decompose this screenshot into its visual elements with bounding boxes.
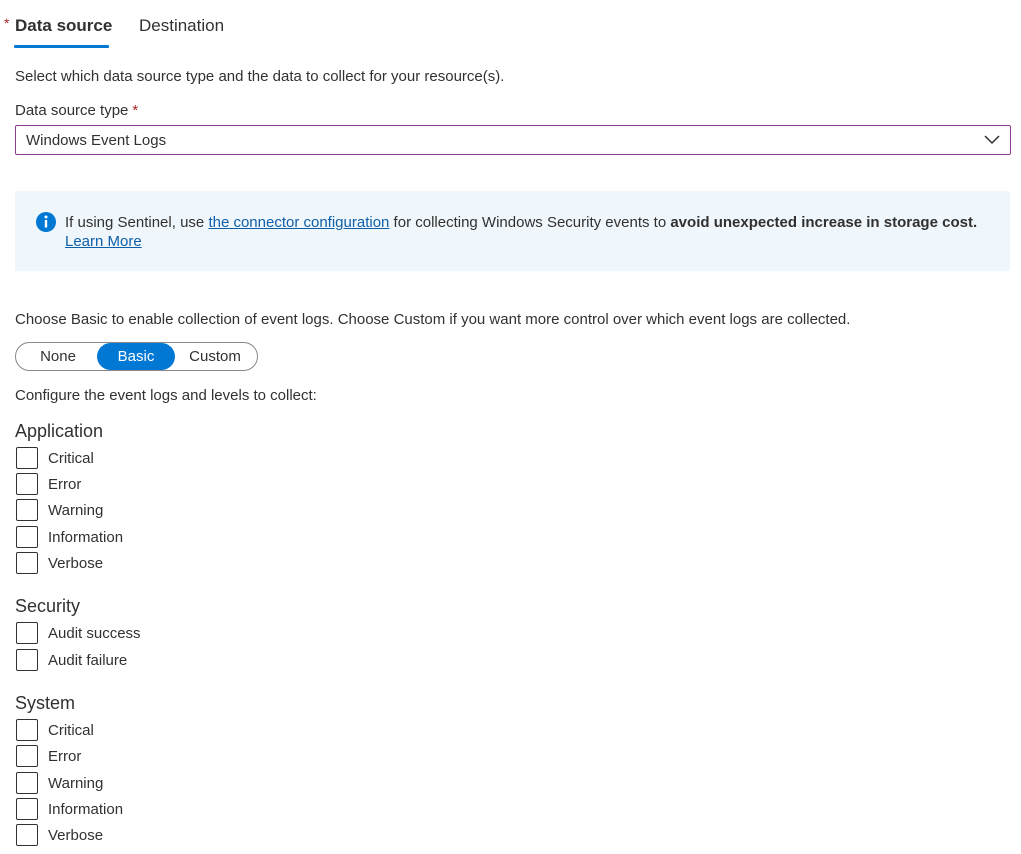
tab-data-source[interactable]: Data source [15,16,112,36]
checkbox-label: Critical [48,450,94,467]
checkbox-label: Audit failure [48,652,128,669]
banner-message: If using Sentinel, use the connector con… [65,213,977,251]
checkbox-label: Information [48,801,124,818]
checkbox-application-warning[interactable] [16,499,38,521]
checkbox-system-verbose[interactable] [16,824,38,846]
choose-description: Choose Basic to enable collection of eve… [15,311,851,328]
learn-more-link[interactable]: Learn More [65,233,142,250]
checkbox-label: Information [48,529,124,546]
required-marker: * [132,102,139,119]
checkbox-label: Warning [48,502,104,519]
checkbox-system-error[interactable] [16,745,38,767]
checkbox-label: Critical [48,722,94,739]
section-title-application: Application [15,421,104,441]
data-source-type-label: Data source type * [15,102,138,119]
checkbox-label: Error [48,748,82,765]
checkbox-application-critical[interactable] [16,447,38,469]
banner-middle: for collecting Windows Security events t… [389,214,671,231]
tab-selected-indicator [14,45,109,48]
checkbox-application-error[interactable] [16,473,38,495]
data-source-type-dropdown[interactable]: Windows Event Logs [15,125,1011,155]
checkbox-security-audit-success[interactable] [16,622,38,644]
dropdown-selected-value: Windows Event Logs [26,131,167,149]
toggle-option-none[interactable]: None [20,343,96,370]
banner-prefix: If using Sentinel, use [65,214,209,231]
checkbox-system-information[interactable] [16,798,38,820]
tab-destination[interactable]: Destination [139,16,224,36]
checkbox-label: Verbose [48,827,104,844]
checkbox-label: Audit success [48,625,141,642]
chevron-down-icon [984,135,1000,145]
configure-description: Configure the event logs and levels to c… [15,387,317,404]
checkbox-label: Verbose [48,555,104,572]
required-marker: * [4,15,10,31]
data-source-type-label-text: Data source type [15,102,129,119]
checkbox-system-critical[interactable] [16,719,38,741]
toggle-option-custom[interactable]: Custom [177,343,253,370]
checkbox-security-audit-failure[interactable] [16,649,38,671]
checkbox-application-information[interactable] [16,526,38,548]
banner-bold-warning: avoid unexpected increase in storage cos… [670,214,978,231]
checkbox-label: Error [48,476,82,493]
toggle-option-basic[interactable]: Basic [97,343,175,370]
section-title-system: System [15,693,76,713]
checkbox-label: Warning [48,775,104,792]
info-banner: If using Sentinel, use the connector con… [15,191,1010,271]
checkbox-system-warning[interactable] [16,772,38,794]
info-icon [36,212,56,232]
section-title-security: Security [15,596,81,616]
checkbox-application-verbose[interactable] [16,552,38,574]
connector-configuration-link[interactable]: the connector configuration [208,214,389,231]
intro-text: Select which data source type and the da… [15,68,505,85]
collection-mode-toggle: None Basic Custom [15,342,258,371]
